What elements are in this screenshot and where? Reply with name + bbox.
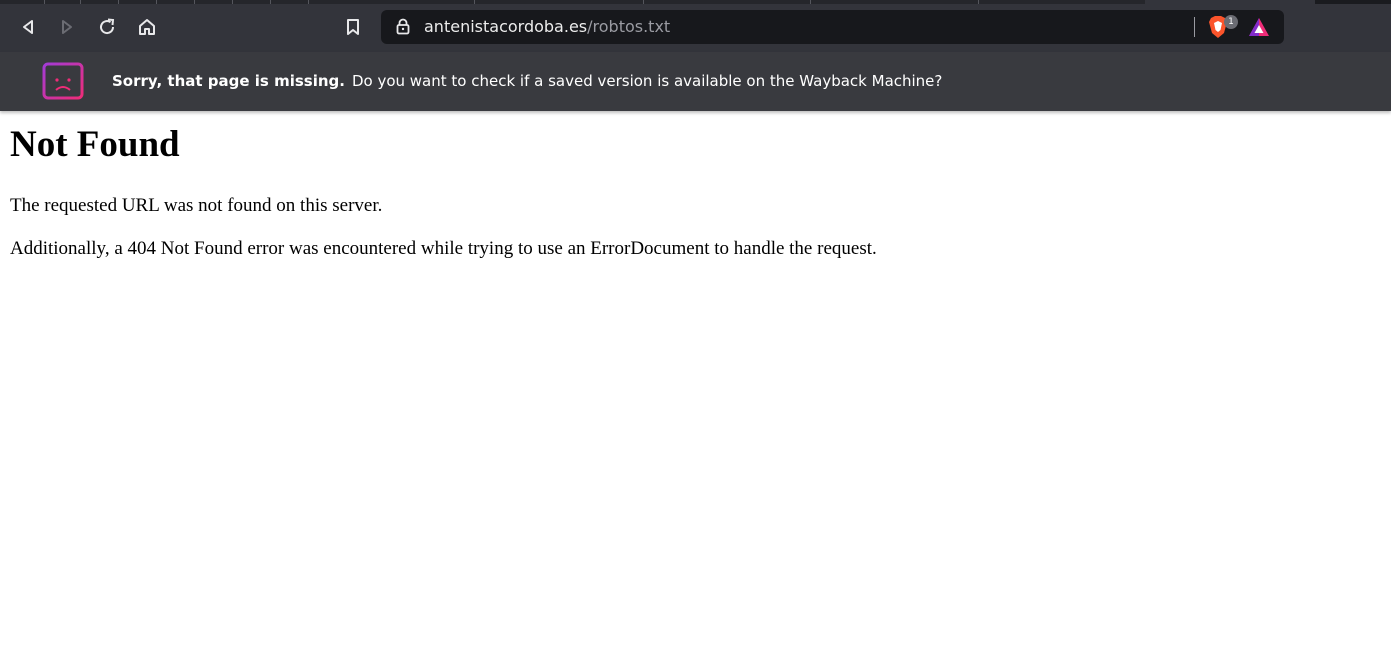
tab-divider (978, 0, 979, 4)
forward-icon (62, 20, 72, 34)
home-icon (139, 19, 155, 35)
shield-badge: 1 (1224, 15, 1238, 29)
tab-divider (474, 0, 475, 4)
tab-strip[interactable] (0, 0, 1391, 4)
reload-button[interactable] (91, 11, 123, 43)
url-domain: antenistacordoba.es (424, 17, 588, 36)
back-icon (23, 20, 33, 34)
tab-divider (232, 0, 233, 4)
tab-divider (810, 0, 811, 4)
tab-divider (44, 0, 45, 4)
sad-browser-icon (42, 62, 84, 100)
address-bar[interactable]: antenistacordoba.es/robtos.txt 1 (381, 10, 1284, 44)
new-tab-area[interactable] (1315, 0, 1391, 4)
tab-divider (308, 0, 309, 4)
lock-icon[interactable] (396, 18, 410, 35)
notice-body-text: Do you want to check if a saved version … (351, 72, 943, 90)
brave-shields-button[interactable]: 1 (1207, 15, 1241, 39)
error-detail: Additionally, a 404 Not Found error was … (10, 238, 877, 259)
bookmark-icon (347, 19, 359, 35)
bookmark-button[interactable] (337, 11, 369, 43)
brave-rewards-button[interactable] (1247, 16, 1271, 38)
browser-toolbar: antenistacordoba.es/robtos.txt 1 (0, 0, 1391, 52)
page-content: Not Found The requested URL was not foun… (10, 111, 877, 260)
error-message: The requested URL was not found on this … (10, 195, 383, 216)
tab-divider (194, 0, 195, 4)
tab-divider (643, 0, 644, 4)
reload-icon (100, 18, 115, 35)
tab-divider (118, 0, 119, 4)
page-title: Not Found (10, 124, 180, 165)
notice-bold-text: Sorry, that page is missing. (112, 72, 345, 90)
forward-button[interactable] (51, 11, 83, 43)
tab-divider (80, 0, 81, 4)
url-text[interactable]: antenistacordoba.es/robtos.txt (424, 17, 670, 36)
back-button[interactable] (12, 11, 44, 43)
url-separator (1194, 17, 1195, 37)
home-button[interactable] (131, 11, 163, 43)
tab-divider (156, 0, 157, 4)
notice-icon-container (42, 62, 84, 100)
brave-rewards-icon (1249, 18, 1269, 36)
tab-divider (270, 0, 271, 4)
url-path: /robtos.txt (587, 17, 671, 36)
wayback-notice-bar: Sorry, that page is missing. Do you want … (0, 52, 1391, 111)
active-tab[interactable] (1145, 0, 1315, 4)
notice-message: Sorry, that page is missing. Do you want … (112, 72, 942, 90)
